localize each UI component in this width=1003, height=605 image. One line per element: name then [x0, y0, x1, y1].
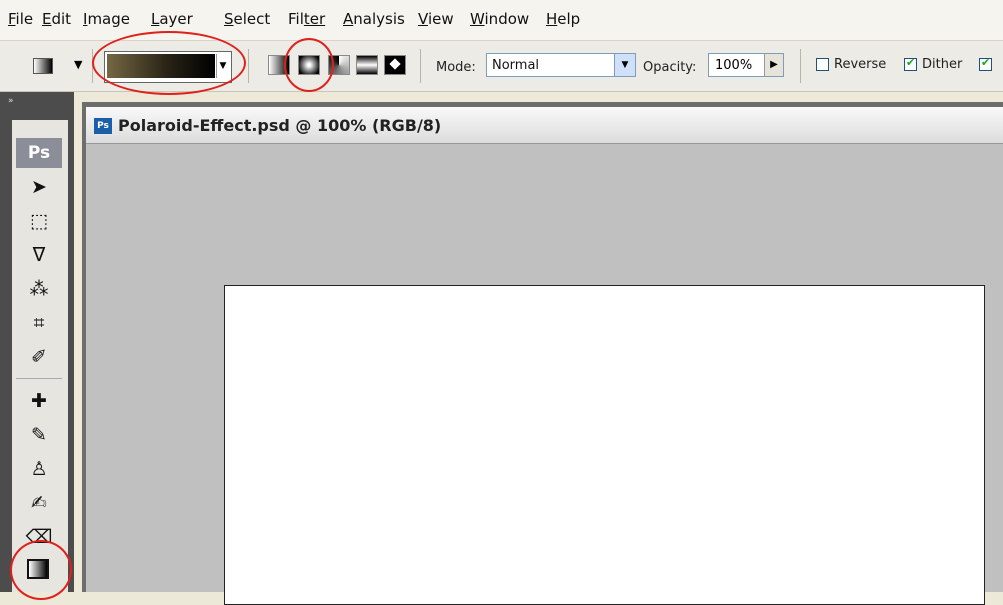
chevron-down-icon[interactable]: ▼	[614, 54, 635, 76]
tools-divider	[16, 378, 62, 379]
mode-value: Normal	[492, 58, 540, 73]
reflected-gradient-button[interactable]	[356, 55, 378, 75]
psd-file-icon: Ps	[94, 118, 112, 134]
mode-label: Mode:	[436, 60, 476, 75]
crop-tool-icon[interactable]: ⌗	[20, 308, 58, 338]
marquee-tool-icon[interactable]: ⬚	[20, 206, 58, 236]
opacity-value: 100%	[715, 58, 753, 73]
lasso-tool-icon[interactable]: ᐁ	[20, 240, 58, 270]
tools-panel: Ps ➤ ⬚ ᐁ ⁂ ⌗ ✐ ✚ ✎ ♙ ✍ ⌫	[12, 120, 68, 592]
menu-image[interactable]: Image	[83, 10, 130, 28]
magic-wand-tool-icon[interactable]: ⁂	[20, 274, 58, 304]
collapse-icon[interactable]: »	[8, 96, 14, 106]
document-title-bar[interactable]: Ps Polaroid-Effect.psd @ 100% (RGB/8)	[86, 107, 1003, 144]
healing-brush-tool-icon[interactable]: ✚	[20, 386, 58, 416]
transparency-checkbox[interactable]	[979, 56, 992, 71]
toolbar-divider	[420, 49, 421, 83]
move-tool-icon[interactable]: ➤	[20, 172, 58, 202]
annotation-circle-gradient-picker	[92, 31, 246, 95]
history-brush-tool-icon[interactable]: ✍	[20, 488, 58, 518]
opacity-field[interactable]: 100% ▶	[708, 53, 784, 77]
gradient-tool-icon	[33, 58, 53, 74]
reverse-label: Reverse	[834, 57, 887, 72]
document-canvas[interactable]	[224, 285, 985, 605]
chevron-right-icon[interactable]: ▶	[764, 54, 783, 76]
tool-preset-picker[interactable]: ▼	[30, 54, 82, 76]
menu-file[interactable]: File	[8, 10, 33, 28]
opacity-label: Opacity:	[643, 60, 697, 75]
menu-window[interactable]: Window	[470, 10, 529, 28]
dither-checkbox[interactable]	[904, 56, 917, 71]
menu-edit[interactable]: Edit	[42, 10, 71, 28]
annotation-circle-radial-button	[284, 38, 334, 92]
menu-view[interactable]: View	[418, 10, 454, 28]
reverse-checkbox[interactable]	[816, 58, 829, 71]
dither-label: Dither	[922, 57, 963, 72]
clone-stamp-tool-icon[interactable]: ♙	[20, 454, 58, 484]
menu-help[interactable]: Help	[546, 10, 580, 28]
menu-filter[interactable]: Filter	[288, 10, 325, 28]
menu-layer[interactable]: Layer	[151, 10, 193, 28]
document-title: Polaroid-Effect.psd @ 100% (RGB/8)	[118, 116, 442, 135]
eyedropper-tool-icon[interactable]: ✐	[20, 342, 58, 372]
photoshop-logo: Ps	[16, 138, 62, 168]
brush-tool-icon[interactable]: ✎	[20, 420, 58, 450]
mode-select[interactable]: Normal ▼	[486, 53, 636, 77]
menu-select[interactable]: Select	[224, 10, 270, 28]
toolbar-divider	[248, 49, 249, 83]
chevron-down-icon: ▼	[74, 58, 83, 71]
diamond-gradient-button[interactable]	[384, 55, 406, 75]
toolbar-divider	[800, 49, 801, 83]
annotation-circle-gradient-tool	[10, 540, 72, 600]
menu-analysis[interactable]: Analysis	[343, 10, 405, 28]
